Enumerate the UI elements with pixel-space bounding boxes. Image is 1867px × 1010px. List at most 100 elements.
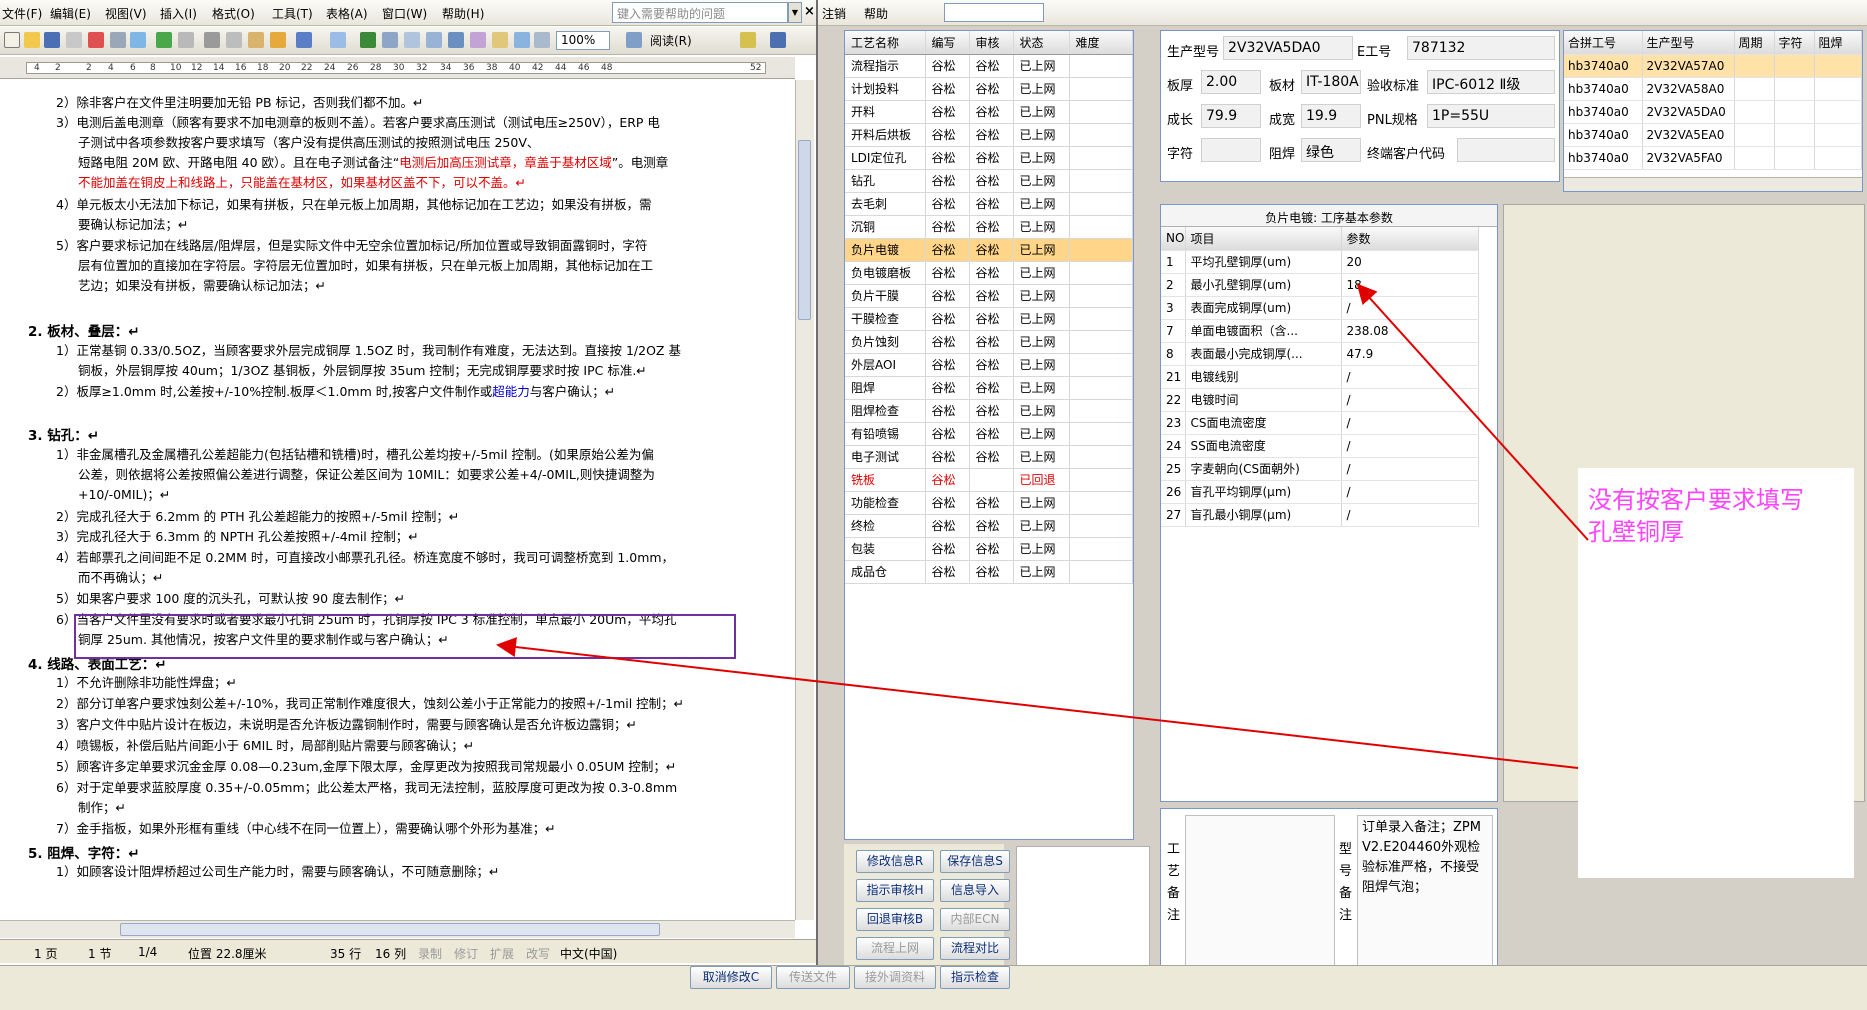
status-trk[interactable]: 修订 — [454, 945, 478, 962]
order-cell[interactable] — [1774, 100, 1815, 124]
param-cell[interactable]: 盲孔最小铜厚(μm) — [1185, 503, 1342, 527]
col-header[interactable]: 状态 — [1013, 31, 1070, 55]
highlight-icon[interactable] — [740, 32, 756, 48]
process-cell[interactable]: 已上网 — [1013, 422, 1070, 446]
process-cell[interactable] — [1069, 353, 1133, 377]
process-row[interactable]: 阻焊 谷松 谷松 已上网 — [845, 376, 1133, 400]
guide-review-button[interactable]: 指示审核H — [856, 879, 934, 902]
param-row[interactable]: 8 表面最小完成铜厚(... 47.9 — [1161, 342, 1479, 366]
process-cell[interactable]: 干膜检查 — [845, 307, 926, 331]
param-cell[interactable]: / — [1341, 434, 1479, 458]
cut-icon[interactable] — [204, 32, 220, 48]
process-cell[interactable] — [1069, 445, 1133, 469]
param-cell[interactable]: 18 — [1341, 273, 1479, 297]
process-cell[interactable] — [1069, 376, 1133, 400]
process-cell[interactable]: 谷松 — [925, 514, 970, 538]
process-cell[interactable]: 谷松 — [969, 100, 1014, 124]
cust-field[interactable] — [1457, 138, 1555, 162]
process-cell[interactable]: 去毛刺 — [845, 192, 926, 216]
process-cell[interactable]: 已上网 — [1013, 146, 1070, 170]
help-dropdown-icon[interactable]: ▼ — [788, 2, 802, 23]
process-cell[interactable]: 谷松 — [969, 445, 1014, 469]
process-cell[interactable]: 谷松 — [925, 54, 970, 78]
process-row[interactable]: 钻孔 谷松 谷松 已上网 — [845, 169, 1133, 193]
mat-field[interactable]: IT-180A — [1301, 70, 1361, 94]
param-cell[interactable]: / — [1341, 480, 1479, 504]
order-cell[interactable] — [1774, 54, 1815, 78]
process-cell[interactable] — [1069, 468, 1133, 492]
process-row[interactable]: 开料 谷松 谷松 已上网 — [845, 100, 1133, 124]
process-cell[interactable] — [1069, 146, 1133, 170]
vertical-scrollbar[interactable] — [795, 80, 814, 920]
status-ovr[interactable]: 改写 — [526, 945, 550, 962]
process-cell[interactable]: 已上网 — [1013, 77, 1070, 101]
h-scroll-thumb[interactable] — [120, 923, 660, 936]
process-cell[interactable]: 已上网 — [1013, 445, 1070, 469]
open-icon[interactable] — [24, 32, 40, 48]
process-cell[interactable]: 谷松 — [925, 422, 970, 446]
process-cell[interactable]: 阻焊 — [845, 376, 926, 400]
process-cell[interactable]: 谷松 — [925, 77, 970, 101]
scroll-thumb[interactable] — [798, 140, 811, 320]
process-cell[interactable]: 功能检查 — [845, 491, 926, 515]
process-cell[interactable]: 谷松 — [969, 284, 1014, 308]
order-cell[interactable] — [1814, 100, 1862, 124]
process-cell[interactable]: 已上网 — [1013, 537, 1070, 561]
order-cell[interactable] — [1814, 77, 1862, 101]
process-row[interactable]: 包装 谷松 谷松 已上网 — [845, 537, 1133, 561]
process-cell[interactable]: LDI定位孔 — [845, 146, 926, 170]
process-cell[interactable]: 谷松 — [925, 238, 970, 262]
param-row[interactable]: 22 电镀时间 / — [1161, 388, 1479, 412]
process-cell[interactable] — [1069, 399, 1133, 423]
app-top-select[interactable] — [944, 3, 1044, 22]
col-header[interactable]: 审核 — [969, 31, 1014, 55]
order-row[interactable]: hb3740a0 2V32VA5FA0 — [1564, 146, 1862, 170]
format-painter-icon[interactable] — [270, 32, 286, 48]
param-row[interactable]: 7 单面电镀面积（含... 238.08 — [1161, 319, 1479, 343]
process-cell[interactable]: 谷松 — [925, 445, 970, 469]
process-cell[interactable]: 已上网 — [1013, 192, 1070, 216]
col-header[interactable]: 生产型号 — [1642, 31, 1735, 55]
process-cell[interactable]: 谷松 — [969, 54, 1014, 78]
menu-table[interactable]: 表格(A) — [326, 5, 368, 22]
process-cell[interactable] — [1069, 169, 1133, 193]
order-cell[interactable] — [1734, 123, 1775, 147]
order-row[interactable]: hb3740a0 2V32VA57A0 — [1564, 54, 1862, 78]
process-cell[interactable]: 谷松 — [925, 399, 970, 423]
process-row[interactable]: 负片电镀 谷松 谷松 已上网 — [845, 238, 1133, 262]
tables-borders-icon[interactable] — [382, 32, 398, 48]
redo-icon[interactable] — [330, 32, 346, 48]
status-ext[interactable]: 扩展 — [490, 945, 514, 962]
process-cell[interactable]: 已上网 — [1013, 238, 1070, 262]
paste-icon[interactable] — [248, 32, 264, 48]
process-cell[interactable] — [1069, 123, 1133, 147]
new-icon[interactable] — [4, 32, 20, 48]
send-file-button[interactable]: 传送文件 — [776, 966, 850, 989]
order-cell[interactable]: hb3740a0 — [1564, 77, 1643, 101]
param-row[interactable]: 21 电镀线别 / — [1161, 365, 1479, 389]
process-cell[interactable]: 有铅喷锡 — [845, 422, 926, 446]
process-cell[interactable]: 谷松 — [969, 169, 1014, 193]
param-cell[interactable]: / — [1341, 457, 1479, 481]
menu-app-help[interactable]: 帮助 — [864, 5, 888, 22]
pnl-field[interactable]: 1P=55U — [1427, 104, 1555, 128]
process-cell[interactable]: 已上网 — [1013, 514, 1070, 538]
order-row[interactable]: hb3740a0 2V32VA5DA0 — [1564, 100, 1862, 124]
order-cell[interactable]: hb3740a0 — [1564, 54, 1643, 78]
process-cell[interactable] — [969, 468, 1014, 492]
process-row[interactable]: 计划投料 谷松 谷松 已上网 — [845, 77, 1133, 101]
save-info-button[interactable]: 保存信息S — [940, 850, 1010, 873]
process-cell[interactable]: 谷松 — [925, 169, 970, 193]
process-cell[interactable]: 谷松 — [925, 376, 970, 400]
process-cell[interactable]: 已上网 — [1013, 215, 1070, 239]
process-cell[interactable]: 负片电镀 — [845, 238, 926, 262]
menu-tools[interactable]: 工具(T) — [272, 5, 313, 22]
process-cell[interactable]: 谷松 — [969, 422, 1014, 446]
pdf-icon[interactable] — [88, 32, 104, 48]
process-row[interactable]: 开料后烘板 谷松 谷松 已上网 — [845, 123, 1133, 147]
permission-icon[interactable] — [66, 32, 82, 48]
order-row[interactable]: hb3740a0 2V32VA58A0 — [1564, 77, 1862, 101]
param-cell[interactable]: CS面电流密度 — [1185, 411, 1342, 435]
read-button[interactable]: 阅读(R) — [650, 32, 692, 49]
process-cell[interactable]: 已上网 — [1013, 376, 1070, 400]
